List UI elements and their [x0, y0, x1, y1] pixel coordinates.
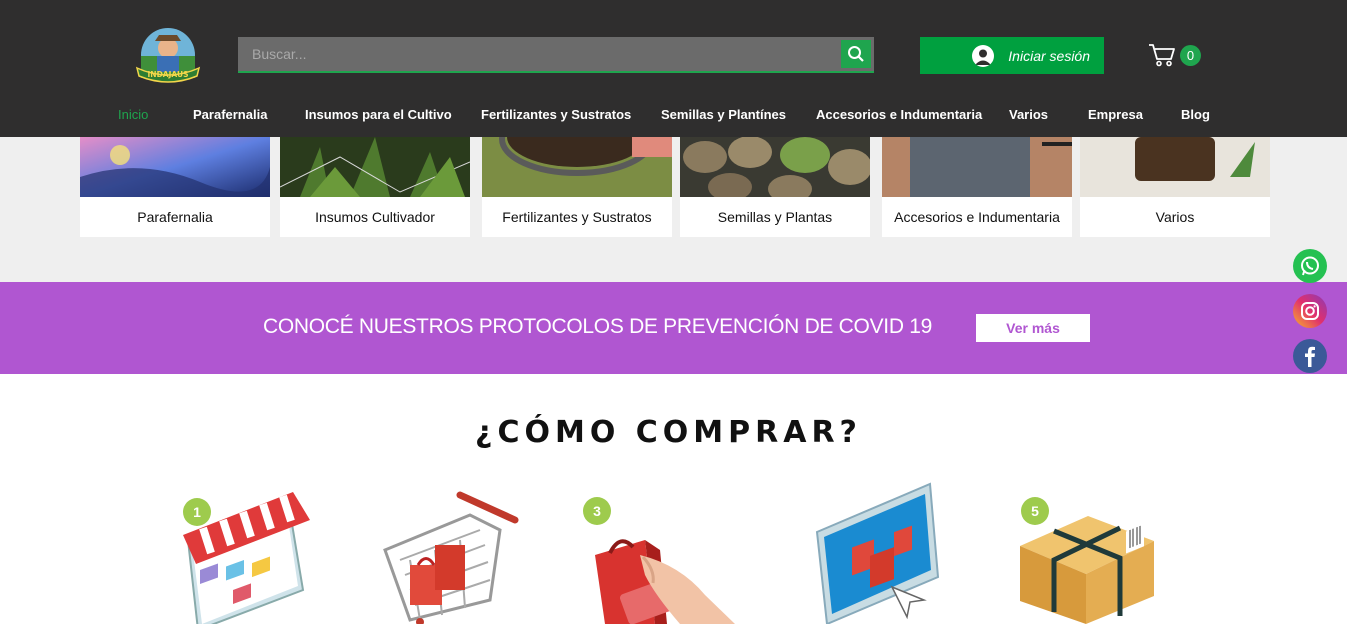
category-card-varios[interactable]: Varios: [1080, 137, 1270, 237]
category-image: [680, 137, 870, 197]
brand-logo[interactable]: INDAJAUS: [135, 26, 201, 88]
user-avatar-icon: [972, 44, 995, 67]
search-icon: [848, 46, 864, 62]
logo-wordmark: INDAJAUS: [148, 70, 189, 79]
category-label: Semillas y Plantas: [717, 209, 833, 225]
online-order-illustration: [815, 482, 940, 624]
package-box-illustration: [1020, 516, 1154, 624]
category-card-accesorios[interactable]: Accesorios e Indumentaria: [882, 137, 1072, 237]
payment-card-illustration: [595, 539, 735, 624]
cart-icon: [1149, 44, 1175, 67]
how-to-buy-title: ¿CÓMO COMPRAR?: [475, 415, 862, 450]
search-bar: [238, 37, 874, 73]
nav-item-semillas[interactable]: Semillas y Plantínes: [661, 107, 786, 122]
category-section: Parafernalia Insumos Cultivador Fertiliz…: [0, 137, 1347, 282]
instagram-icon[interactable]: [1293, 294, 1327, 328]
category-card-semillas[interactable]: Semillas y Plantas: [680, 137, 870, 237]
category-label: Insumos Cultivador: [315, 209, 435, 225]
main-nav: Inicio Parafernalia Insumos para el Cult…: [0, 100, 1347, 130]
category-card-insumos[interactable]: Insumos Cultivador: [280, 137, 470, 237]
facebook-icon[interactable]: [1293, 339, 1327, 373]
storefront-illustration: [183, 492, 310, 624]
cart-button[interactable]: 0: [1148, 42, 1208, 72]
category-label: Varios: [1155, 209, 1195, 225]
category-label: Fertilizantes y Sustratos: [502, 209, 652, 225]
shopping-cart-illustration: [383, 491, 519, 624]
covid-banner: CONOCÉ NUESTROS PROTOCOLOS DE PREVENCIÓN…: [0, 282, 1347, 374]
category-card-fertilizantes[interactable]: Fertilizantes y Sustratos: [482, 137, 672, 237]
whatsapp-icon[interactable]: [1293, 249, 1327, 283]
ver-mas-button[interactable]: Ver más: [976, 314, 1090, 342]
login-label: Iniciar sesión: [1008, 47, 1090, 64]
nav-item-inicio[interactable]: Inicio: [118, 107, 148, 122]
category-image: [80, 137, 270, 197]
login-button[interactable]: Iniciar sesión: [920, 37, 1104, 74]
search-input[interactable]: [238, 37, 838, 71]
category-label: Accesorios e Indumentaria: [894, 209, 1060, 225]
nav-item-accesorios[interactable]: Accesorios e Indumentaria: [816, 107, 982, 122]
nav-item-fertilizantes[interactable]: Fertilizantes y Sustratos: [481, 107, 631, 122]
category-image: [882, 137, 1072, 197]
category-image: [1080, 137, 1270, 197]
category-card-parafernalia[interactable]: Parafernalia: [80, 137, 270, 237]
category-image: [482, 137, 672, 197]
nav-item-blog[interactable]: Blog: [1181, 107, 1210, 122]
site-header: INDAJAUS Iniciar sesión 0 Inicio: [0, 0, 1347, 137]
nav-item-parafernalia[interactable]: Parafernalia: [193, 107, 267, 122]
covid-banner-text: CONOCÉ NUESTROS PROTOCOLOS DE PREVENCIÓN…: [263, 315, 932, 338]
nav-item-varios[interactable]: Varios: [1009, 107, 1048, 122]
cart-count-badge: 0: [1180, 45, 1201, 66]
search-button[interactable]: [841, 40, 871, 68]
category-label: Parafernalia: [137, 209, 213, 225]
step-3-badge: 3: [583, 497, 611, 525]
category-image: [280, 137, 470, 197]
nav-item-insumos[interactable]: Insumos para el Cultivo: [305, 107, 452, 122]
nav-item-empresa[interactable]: Empresa: [1088, 107, 1143, 122]
